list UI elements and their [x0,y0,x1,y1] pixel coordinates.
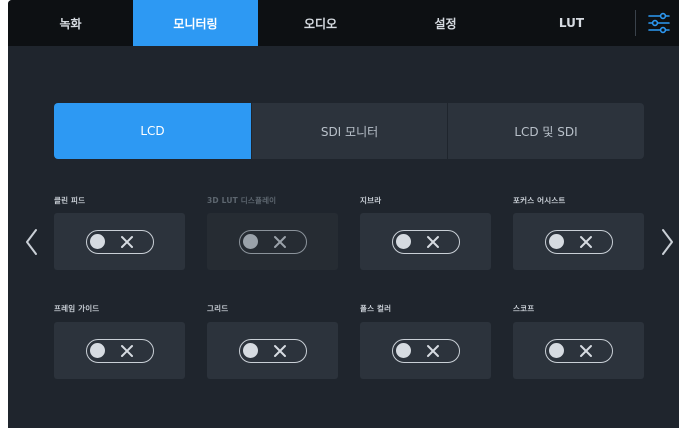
grid-label: 그리드 [207,304,229,313]
sliders-icon [648,12,670,34]
scope-card [513,322,644,379]
false-color-label: 폴스 컬러 [360,304,392,313]
tab-monitoring[interactable]: 모니터링 [133,0,258,46]
close-icon [273,344,286,357]
tab-record[interactable]: 녹화 [8,0,133,46]
close-icon [579,344,592,357]
toggle-knob [395,342,411,358]
toggle-knob [242,233,258,249]
scope-label: 스코프 [513,304,535,313]
close-icon [426,344,439,357]
3d-lut-display-label: 3D LUT 디스플레이 [207,196,277,205]
close-icon [579,235,592,248]
toggle-knob [242,342,258,358]
focus-assist-label: 포커스 어시스트 [513,196,566,205]
toggle-knob [548,342,564,358]
zebra-toggle[interactable] [391,229,460,254]
focus-assist-toggle[interactable] [544,229,613,254]
clean-feed-toggle[interactable] [85,229,154,254]
output-selector: LCD SDI 모니터 LCD 및 SDI [54,103,644,159]
grid-card [207,322,338,379]
clean-feed-card [54,213,185,270]
close-icon [273,235,286,248]
toggle-knob [395,233,411,249]
monitor-screen: 녹화 모니터링 오디오 설정 LUT LCD SDI 모니터 LCD 및 SDI [8,0,679,428]
segment-lcd[interactable]: LCD [54,103,251,159]
tab-settings[interactable]: 설정 [383,0,508,46]
zebra-label: 지브라 [360,196,382,205]
chevron-left-icon [26,229,37,255]
tab-divider [635,10,636,36]
frame-guides-card [54,322,185,379]
false-color-card [360,322,491,379]
chevron-right-icon [662,229,673,255]
false-color-toggle[interactable] [391,338,460,363]
frame-guides-toggle[interactable] [85,338,154,363]
scope-toggle[interactable] [544,338,613,363]
toggle-knob [89,233,105,249]
3d-lut-display-card [207,213,338,270]
zebra-card [360,213,491,270]
next-page-button[interactable] [659,226,675,258]
close-icon [426,235,439,248]
tab-bar: 녹화 모니터링 오디오 설정 LUT [8,0,679,46]
focus-assist-card [513,213,644,270]
grid-toggle[interactable] [238,338,307,363]
3d-lut-display-toggle [238,229,307,254]
segment-lcd-and-sdi[interactable]: LCD 및 SDI [448,103,644,159]
settings-sliders-button[interactable] [645,9,673,37]
toggle-knob [548,233,564,249]
close-icon [120,235,133,248]
toggle-knob [89,342,105,358]
segment-sdi-monitor[interactable]: SDI 모니터 [251,103,448,159]
tab-lut[interactable]: LUT [508,0,635,46]
close-icon [120,344,133,357]
clean-feed-label: 클린 피드 [54,196,86,205]
previous-page-button[interactable] [24,226,40,258]
tab-audio[interactable]: 오디오 [258,0,383,46]
frame-guides-label: 프레임 가이드 [54,304,100,313]
